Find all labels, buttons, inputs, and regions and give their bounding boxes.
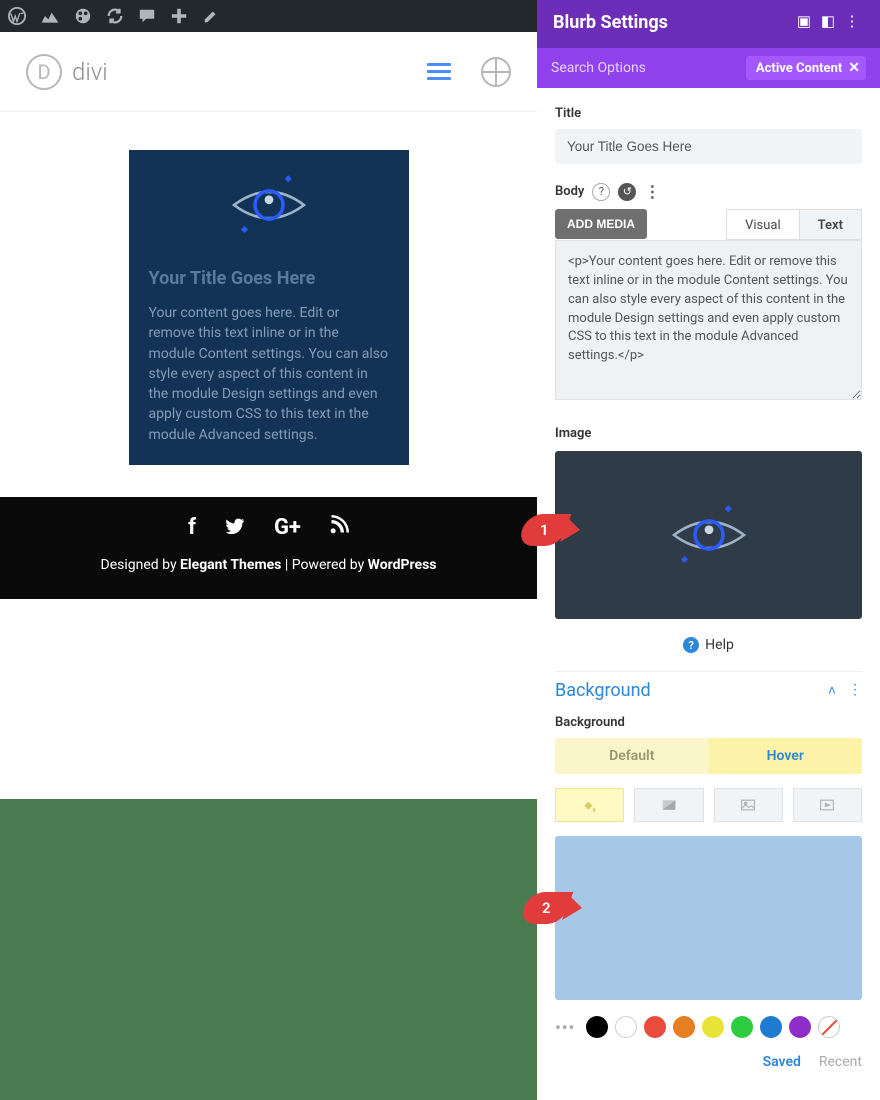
twitter-icon[interactable] — [224, 515, 246, 543]
background-label: Background — [555, 715, 862, 730]
chevron-up-icon[interactable]: ˄ — [828, 682, 836, 699]
customize-icon[interactable] — [74, 7, 92, 25]
body-text-editor[interactable] — [555, 240, 862, 400]
expand-panel-icon[interactable]: ◧ — [816, 12, 840, 30]
rss-icon[interactable] — [329, 515, 349, 543]
reset-icon[interactable]: ↺ — [618, 183, 636, 201]
help-link[interactable]: ? Help — [555, 637, 862, 653]
active-filter-chip[interactable]: Active Content ✕ — [746, 56, 866, 80]
swatch-black[interactable] — [586, 1016, 608, 1038]
background-type-tabs — [555, 788, 862, 822]
site-logo[interactable]: D divi — [26, 54, 108, 90]
footer-credit: Designed by Elegant Themes | Powered by … — [0, 557, 537, 573]
section-options-icon[interactable]: ⋮ — [848, 682, 862, 699]
content-area: Your Title Goes Here Your content goes h… — [0, 112, 537, 599]
panel-body: Title Body ? ↺ ⋮ ADD MEDIA Visual Text I… — [537, 88, 880, 1100]
background-section-header[interactable]: Background ˄ ⋮ — [555, 671, 862, 715]
background-state-tabs: Default Hover — [555, 738, 862, 774]
page-preview: D divi Your Title Goes Here Your content… — [0, 32, 537, 599]
comments-icon[interactable] — [138, 7, 156, 25]
swatch-green[interactable] — [731, 1016, 753, 1038]
panel-header: Blurb Settings ▣ ◧ ⋮ — [537, 0, 880, 48]
swatch-orange[interactable] — [673, 1016, 695, 1038]
blurb-title: Your Title Goes Here — [149, 268, 389, 289]
saved-palette-link[interactable]: Saved — [763, 1054, 801, 1070]
tab-text[interactable]: Text — [799, 209, 862, 240]
dashboard-icon[interactable] — [40, 7, 60, 25]
background-preview-strip — [0, 799, 537, 1100]
close-icon[interactable]: ✕ — [848, 60, 860, 76]
swatch-yellow[interactable] — [702, 1016, 724, 1038]
logo-text: divi — [72, 58, 108, 86]
site-header: D divi — [0, 32, 537, 112]
image-field-label: Image — [555, 426, 862, 441]
module-settings-panel: Blurb Settings ▣ ◧ ⋮ Search Options Acti… — [537, 0, 880, 1100]
more-swatches-icon[interactable]: ••• — [555, 1018, 575, 1037]
help-badge-icon: ? — [683, 637, 699, 653]
platform-link[interactable]: WordPress — [368, 557, 437, 573]
tab-hover[interactable]: Hover — [709, 738, 863, 774]
panel-title: Blurb Settings — [553, 12, 792, 33]
facebook-icon[interactable]: f — [188, 515, 196, 543]
add-new-icon[interactable] — [170, 7, 188, 25]
tab-visual[interactable]: Visual — [726, 209, 799, 240]
bg-image-tab[interactable] — [714, 788, 783, 822]
language-icon[interactable] — [481, 57, 511, 87]
bg-gradient-tab[interactable] — [634, 788, 703, 822]
swatch-blue[interactable] — [760, 1016, 782, 1038]
title-field-label: Title — [555, 106, 862, 121]
help-icon[interactable]: ? — [592, 183, 610, 201]
googleplus-icon[interactable]: G+ — [274, 515, 301, 543]
updates-icon[interactable] — [106, 7, 124, 25]
title-input[interactable] — [555, 129, 862, 164]
responsive-preview-icon[interactable]: ▣ — [792, 12, 816, 30]
swatch-transparent[interactable] — [818, 1016, 840, 1038]
blurb-body-text: Your content goes here. Edit or remove t… — [149, 303, 389, 445]
mobile-menu-toggle[interactable] — [427, 59, 451, 84]
swatch-white[interactable] — [615, 1016, 637, 1038]
blurb-module[interactable]: Your Title Goes Here Your content goes h… — [129, 150, 409, 465]
panel-menu-icon[interactable]: ⋮ — [840, 12, 864, 30]
color-swatch-row: ••• — [555, 1016, 862, 1038]
image-preview[interactable] — [555, 451, 862, 619]
recent-palette-link[interactable]: Recent — [819, 1054, 862, 1070]
body-options-icon[interactable]: ⋮ — [644, 182, 661, 201]
wordpress-icon[interactable] — [8, 7, 26, 25]
background-color-preview[interactable] — [555, 836, 862, 1000]
search-input[interactable]: Search Options — [551, 60, 746, 76]
bg-video-tab[interactable] — [793, 788, 862, 822]
blurb-image — [149, 170, 389, 240]
theme-link[interactable]: Elegant Themes — [180, 557, 281, 573]
edit-icon[interactable] — [202, 7, 220, 25]
site-footer: f G+ Designed by Elegant Themes | Powere… — [0, 497, 537, 599]
swatch-red[interactable] — [644, 1016, 666, 1038]
body-field-label: Body — [555, 184, 584, 199]
swatch-purple[interactable] — [789, 1016, 811, 1038]
logo-mark: D — [26, 54, 62, 90]
options-search-bar[interactable]: Search Options Active Content ✕ — [537, 48, 880, 88]
add-media-button[interactable]: ADD MEDIA — [555, 209, 647, 239]
tab-default[interactable]: Default — [555, 738, 709, 774]
bg-color-tab[interactable] — [555, 788, 624, 822]
